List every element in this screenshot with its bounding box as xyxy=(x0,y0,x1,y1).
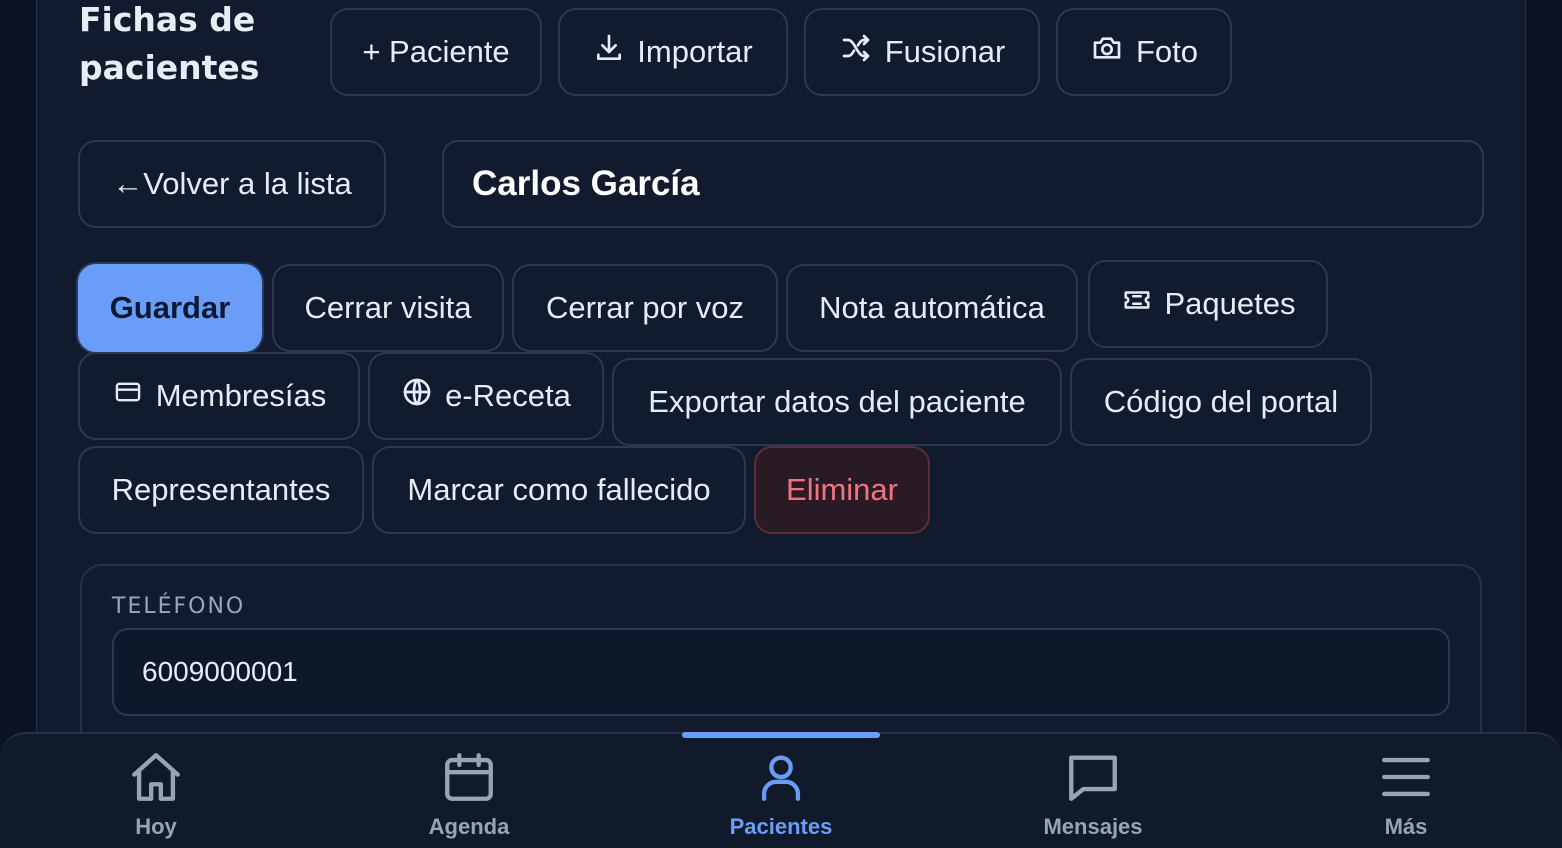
phone-field[interactable]: 6009000001 xyxy=(112,628,1450,716)
patient-name: Carlos García xyxy=(472,164,700,203)
active-tab-indicator xyxy=(682,732,880,738)
camera-icon xyxy=(1090,32,1124,72)
mark-deceased-label: Marcar como fallecido xyxy=(407,472,711,507)
home-icon xyxy=(127,746,185,808)
patient-name-field[interactable]: Carlos García xyxy=(442,140,1484,228)
photo-label: Foto xyxy=(1135,34,1199,69)
back-to-list-button[interactable]: ←Volver a la lista xyxy=(78,140,386,228)
auto-note-label: Nota automática xyxy=(819,290,1045,325)
back-to-list-label: ←Volver a la lista xyxy=(112,166,352,201)
nav-item-mensajes[interactable]: Mensajes xyxy=(937,734,1249,848)
merge-button[interactable]: Fusionar xyxy=(804,8,1040,96)
nav-item-agenda[interactable]: Agenda xyxy=(313,734,625,848)
merge-label: Fusionar xyxy=(884,34,1006,69)
import-label: Importar xyxy=(637,34,753,69)
user-icon xyxy=(752,746,810,808)
export-patient-data-button[interactable]: Exportar datos del paciente xyxy=(612,358,1062,446)
phone-label: TELÉFONO xyxy=(112,594,246,619)
portal-code-button[interactable]: Código del portal xyxy=(1070,358,1372,446)
nav-label-mas: Más xyxy=(1384,814,1428,839)
memberships-button[interactable]: Membresías xyxy=(78,352,360,440)
message-icon xyxy=(1064,746,1122,808)
delete-label: Eliminar xyxy=(786,472,898,507)
nav-label-hoy: Hoy xyxy=(135,814,177,839)
bottom-nav: Hoy Agenda Pacientes Mensajes Más xyxy=(0,732,1562,848)
credit-card-icon xyxy=(112,378,144,414)
memberships-label: Membresías xyxy=(155,378,327,413)
export-patient-data-label: Exportar datos del paciente xyxy=(648,384,1026,419)
packages-button[interactable]: Paquetes xyxy=(1088,260,1328,348)
representatives-button[interactable]: Representantes xyxy=(78,446,364,534)
mark-deceased-button[interactable]: Marcar como fallecido xyxy=(372,446,746,534)
close-visit-label: Cerrar visita xyxy=(304,290,472,325)
add-patient-label: + Paciente xyxy=(362,34,510,69)
photo-button[interactable]: Foto xyxy=(1056,8,1232,96)
nav-item-hoy[interactable]: Hoy xyxy=(0,734,312,848)
nav-label-pacientes: Pacientes xyxy=(729,814,833,839)
packages-label: Paquetes xyxy=(1164,286,1296,321)
page-title: Fichas de pacientes xyxy=(79,0,260,87)
nav-label-mensajes: Mensajes xyxy=(1043,814,1143,839)
globe-icon xyxy=(401,376,433,416)
auto-note-button[interactable]: Nota automática xyxy=(786,264,1078,352)
nav-label-agenda: Agenda xyxy=(428,814,510,839)
ticket-icon xyxy=(1121,285,1153,323)
close-visit-button[interactable]: Cerrar visita xyxy=(272,264,504,352)
representatives-label: Representantes xyxy=(111,472,331,507)
nav-item-mas[interactable]: Más xyxy=(1250,734,1562,848)
menu-icon xyxy=(1377,746,1435,808)
nav-item-pacientes[interactable]: Pacientes xyxy=(625,734,937,848)
close-by-voice-label: Cerrar por voz xyxy=(545,290,745,325)
add-patient-button[interactable]: + Paciente xyxy=(330,8,542,96)
e-prescription-button[interactable]: e-Receta xyxy=(368,352,604,440)
shuffle-icon xyxy=(839,32,873,72)
phone-value: 6009000001 xyxy=(142,656,298,687)
download-icon xyxy=(593,32,625,72)
import-button[interactable]: Importar xyxy=(558,8,788,96)
calendar-icon xyxy=(440,746,498,808)
close-by-voice-button[interactable]: Cerrar por voz xyxy=(512,264,778,352)
delete-button[interactable]: Eliminar xyxy=(754,446,930,534)
e-prescription-label: e-Receta xyxy=(445,378,571,413)
portal-code-label: Código del portal xyxy=(1103,384,1339,419)
save-button[interactable]: Guardar xyxy=(78,264,262,352)
save-label: Guardar xyxy=(109,290,231,325)
